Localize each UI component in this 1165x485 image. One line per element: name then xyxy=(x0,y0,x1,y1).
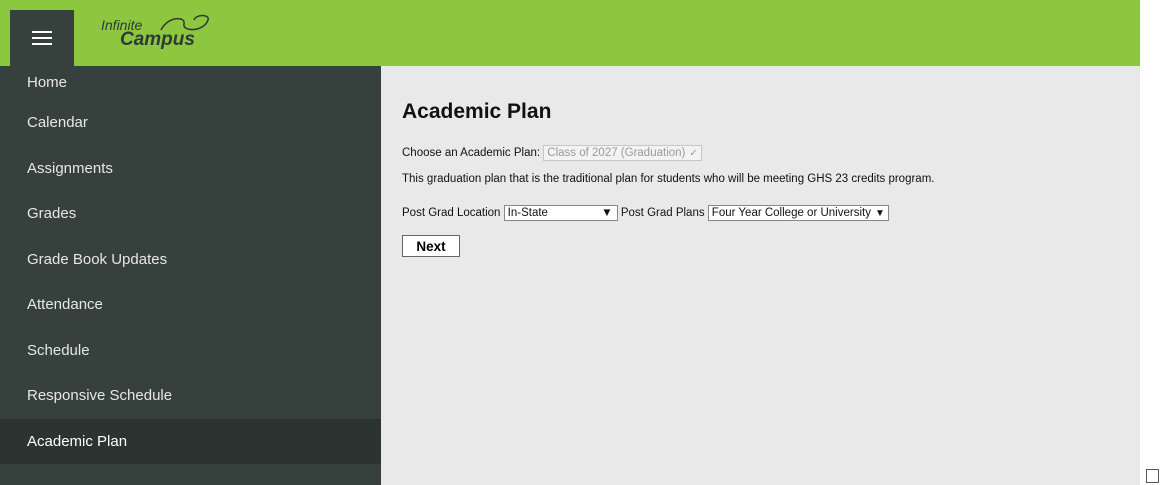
post-grad-location-label: Post Grad Location xyxy=(402,207,501,220)
sidebar-item-responsive-schedule[interactable]: Responsive Schedule xyxy=(0,373,381,419)
sidebar-item-schedule[interactable]: Schedule xyxy=(0,328,381,374)
sidebar-item-academic-plan[interactable]: Academic Plan xyxy=(0,418,381,464)
logo[interactable]: Infinite Campus xyxy=(76,0,382,66)
menu-button[interactable] xyxy=(10,10,74,66)
post-grad-location-value: In-State xyxy=(507,207,548,219)
chevron-down-icon: ✓ xyxy=(689,148,698,159)
academic-plan-select[interactable]: Class of 2027 (Graduation) ✓ xyxy=(543,145,702,161)
logo-swirl-icon xyxy=(160,14,209,31)
post-grad-location-select[interactable]: In-State ▼ xyxy=(503,205,618,221)
sidebar-item-grade-book-updates[interactable]: Grade Book Updates xyxy=(0,237,381,283)
page-title: Academic Plan xyxy=(402,100,552,123)
resize-handle[interactable] xyxy=(1146,469,1159,483)
choose-plan-row: Choose an Academic Plan: Class of 2027 (… xyxy=(402,145,702,161)
sidebar-item-grades[interactable]: Grades xyxy=(0,191,381,237)
plan-description: This graduation plan that is the traditi… xyxy=(402,173,935,185)
post-grad-plans-select[interactable]: Four Year College or University ▼ xyxy=(707,205,889,221)
sidebar-item-calendar[interactable]: Calendar xyxy=(0,100,381,146)
hamburger-icon xyxy=(32,31,52,45)
sidebar-item-attendance[interactable]: Attendance xyxy=(0,282,381,328)
chevron-down-icon: ▼ xyxy=(601,207,613,219)
next-button[interactable]: Next xyxy=(402,235,460,257)
choose-plan-label: Choose an Academic Plan: xyxy=(402,147,541,160)
chevron-down-icon: ▼ xyxy=(874,208,885,219)
sidebar-item-assignments[interactable]: Assignments xyxy=(0,146,381,192)
academic-plan-select-value: Class of 2027 (Graduation) xyxy=(547,147,686,159)
sidebar-item-home[interactable]: Home xyxy=(0,66,381,100)
sidebar: Home Calendar Assignments Grades Grade B… xyxy=(0,66,381,485)
main-content: Academic Plan Choose an Academic Plan: C… xyxy=(381,66,1140,485)
post-grad-row: Post Grad Location In-State ▼ Post Grad … xyxy=(402,205,889,221)
post-grad-plans-value: Four Year College or University xyxy=(711,207,871,219)
post-grad-plans-label: Post Grad Plans xyxy=(620,207,705,220)
